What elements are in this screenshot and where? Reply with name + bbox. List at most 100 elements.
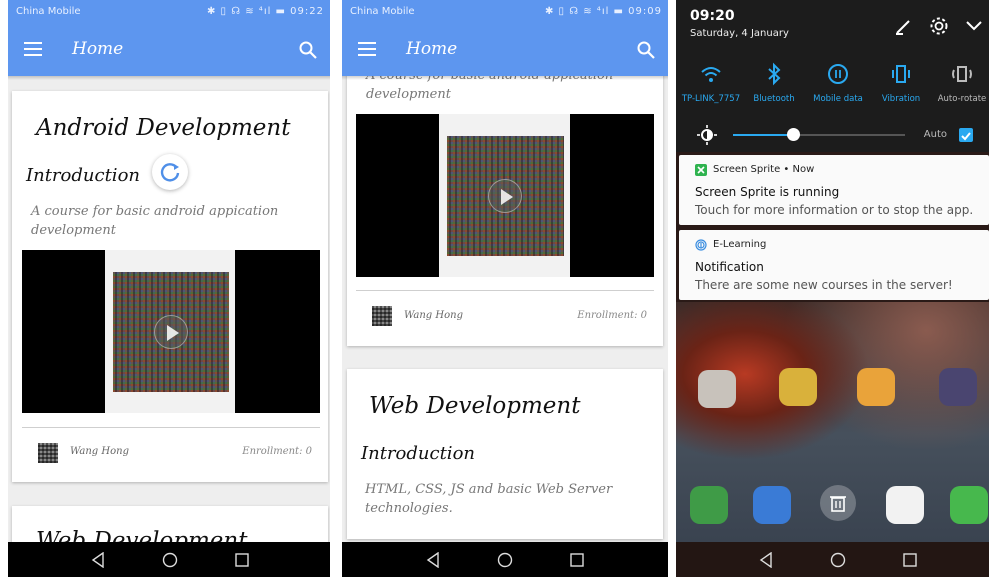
- teacher-avatar: [372, 306, 392, 326]
- app-icon-messages[interactable]: [753, 486, 791, 524]
- notification-title: Screen Sprite is running: [695, 185, 840, 199]
- course-card[interactable]: Android Development Introduction A cours…: [12, 91, 328, 482]
- search-icon[interactable]: [298, 40, 318, 60]
- fingerprint-app-icon: [695, 239, 707, 251]
- play-icon[interactable]: [488, 179, 522, 213]
- quick-tile-label: Auto-rotate: [937, 94, 987, 104]
- app-icon-qq[interactable]: [779, 368, 817, 406]
- auto-brightness-label: Auto: [923, 129, 947, 140]
- teacher-avatar: [38, 443, 58, 463]
- status-bar: China Mobile ✱ ▯ ☊ ≋ ⁴ıl ▬ 09:22: [8, 0, 330, 24]
- navigation-bar: [676, 542, 989, 577]
- brightness-slider-thumb[interactable]: [787, 128, 801, 141]
- play-icon[interactable]: [154, 315, 188, 349]
- app-bar-shadow: [342, 76, 668, 80]
- menu-icon[interactable]: [358, 42, 376, 56]
- notification-app-name: Screen Sprite • Now: [713, 164, 815, 175]
- home-nav-icon[interactable]: [497, 552, 513, 568]
- course-section-title: Introduction: [26, 165, 140, 186]
- video-player[interactable]: [356, 114, 654, 277]
- menu-icon[interactable]: [24, 42, 42, 56]
- course-card[interactable]: A course for basic android appication de…: [347, 50, 663, 346]
- app-bar-shadow: [8, 76, 330, 80]
- quick-tile-label: Mobile data: [813, 94, 863, 104]
- clock-time: 09:20: [690, 8, 735, 24]
- notification-title: Notification: [695, 260, 764, 274]
- teacher-name: Wang Hong: [404, 310, 463, 321]
- quick-tile-auto-rotate[interactable]: Auto-rotate: [931, 62, 989, 104]
- brightness-icon: [697, 125, 717, 145]
- quick-tile-label: TP-LINK_7757: [681, 94, 741, 104]
- brightness-slider[interactable]: [733, 128, 905, 141]
- notification-app-name: E-Learning: [713, 239, 767, 250]
- recents-icon[interactable]: [234, 552, 250, 568]
- enrollment-count: Enrollment: 0: [242, 446, 312, 457]
- video-player[interactable]: [22, 250, 320, 413]
- app-bar-title: Home: [72, 39, 124, 59]
- course-title: Web Development: [369, 393, 581, 419]
- notification-shade-screen: 09:20 Saturday, 4 January TP-LINK_7757 B…: [676, 0, 989, 577]
- app-bar-title: Home: [406, 39, 458, 59]
- notification-text: There are some new courses in the server…: [695, 278, 953, 292]
- notification-text: Touch for more information or to stop th…: [695, 203, 974, 217]
- app-icon-contacts[interactable]: [857, 368, 895, 406]
- enrollment-count: Enrollment: 0: [577, 310, 647, 321]
- notification-card[interactable]: E-Learning Notification There are some n…: [679, 230, 989, 300]
- back-icon[interactable]: [758, 552, 774, 568]
- course-title: Android Development: [36, 115, 291, 141]
- recents-icon[interactable]: [569, 552, 585, 568]
- quick-tile-bluetooth[interactable]: Bluetooth: [743, 62, 805, 104]
- status-bar: China Mobile ✱ ▯ ☊ ≋ ⁴ıl ▬ 09:09: [342, 0, 668, 24]
- trash-icon: [830, 496, 846, 512]
- clear-notifications-button[interactable]: [820, 485, 856, 521]
- card-divider: [22, 427, 320, 428]
- back-icon[interactable]: [425, 552, 441, 568]
- system-status-icons: ✱ ▯ ☊ ≋ ⁴ıl ▬ 09:22: [206, 6, 324, 17]
- notification-card[interactable]: Screen Sprite • Now Screen Sprite is run…: [679, 155, 989, 225]
- app-bar: Home: [8, 24, 330, 76]
- vibration-icon: [892, 65, 910, 83]
- navigation-bar: [8, 542, 330, 577]
- app-icon-folder[interactable]: [698, 370, 736, 408]
- course-card[interactable]: Web Development Introduction HTML, CSS, …: [347, 369, 663, 539]
- system-status-icons: ✱ ▯ ☊ ≋ ⁴ıl ▬ 09:09: [544, 6, 662, 17]
- refresh-icon: [160, 163, 180, 182]
- clock-date: Saturday, 4 January: [690, 28, 789, 39]
- carrier-label: China Mobile: [16, 6, 81, 17]
- phone-screen-home-2: A course for basic android appication de…: [342, 0, 668, 577]
- course-description: A course for basic android appication de…: [31, 204, 279, 238]
- app-icon-wechat[interactable]: [950, 486, 988, 524]
- home-nav-icon[interactable]: [162, 552, 178, 568]
- phone-screen-home-1: China Mobile ✱ ▯ ☊ ≋ ⁴ıl ▬ 09:22 Home An…: [8, 0, 330, 577]
- quick-tile-label: Bluetooth: [753, 94, 795, 104]
- auto-brightness-checkbox[interactable]: [959, 128, 973, 142]
- edit-icon[interactable]: [893, 17, 913, 37]
- quick-tile-vibration[interactable]: Vibration: [870, 62, 932, 104]
- app-icon-camera[interactable]: [939, 368, 977, 406]
- quick-settings-panel: 09:20 Saturday, 4 January TP-LINK_7757 B…: [676, 0, 989, 152]
- home-nav-icon[interactable]: [830, 552, 846, 568]
- app-icon-phone[interactable]: [690, 486, 728, 524]
- teacher-name: Wang Hong: [70, 446, 129, 457]
- screen-sprite-app-icon: [695, 164, 707, 176]
- app-bar: Home: [342, 24, 668, 76]
- quick-tile-label: Vibration: [881, 94, 921, 104]
- course-description: HTML, CSS, JS and basic Web Server techn…: [365, 482, 613, 516]
- chevron-down-icon[interactable]: [965, 18, 983, 34]
- bluetooth-icon: [768, 62, 781, 86]
- brightness-slider-fill: [733, 134, 794, 136]
- check-icon: [961, 132, 971, 141]
- auto-rotate-icon: [952, 66, 972, 82]
- quick-tile-mobile-data[interactable]: Mobile data: [807, 62, 869, 104]
- quick-tile-wifi[interactable]: TP-LINK_7757: [680, 62, 742, 104]
- app-icon-weibo[interactable]: [886, 486, 924, 524]
- navigation-bar: [342, 542, 668, 577]
- recents-icon[interactable]: [902, 552, 918, 568]
- course-section-title: Introduction: [361, 443, 475, 464]
- back-icon[interactable]: [90, 552, 106, 568]
- carrier-label: China Mobile: [350, 6, 415, 17]
- refresh-indicator: [152, 154, 188, 190]
- wifi-icon: [701, 67, 721, 82]
- search-icon[interactable]: [636, 40, 656, 60]
- settings-gear-icon[interactable]: [928, 15, 950, 37]
